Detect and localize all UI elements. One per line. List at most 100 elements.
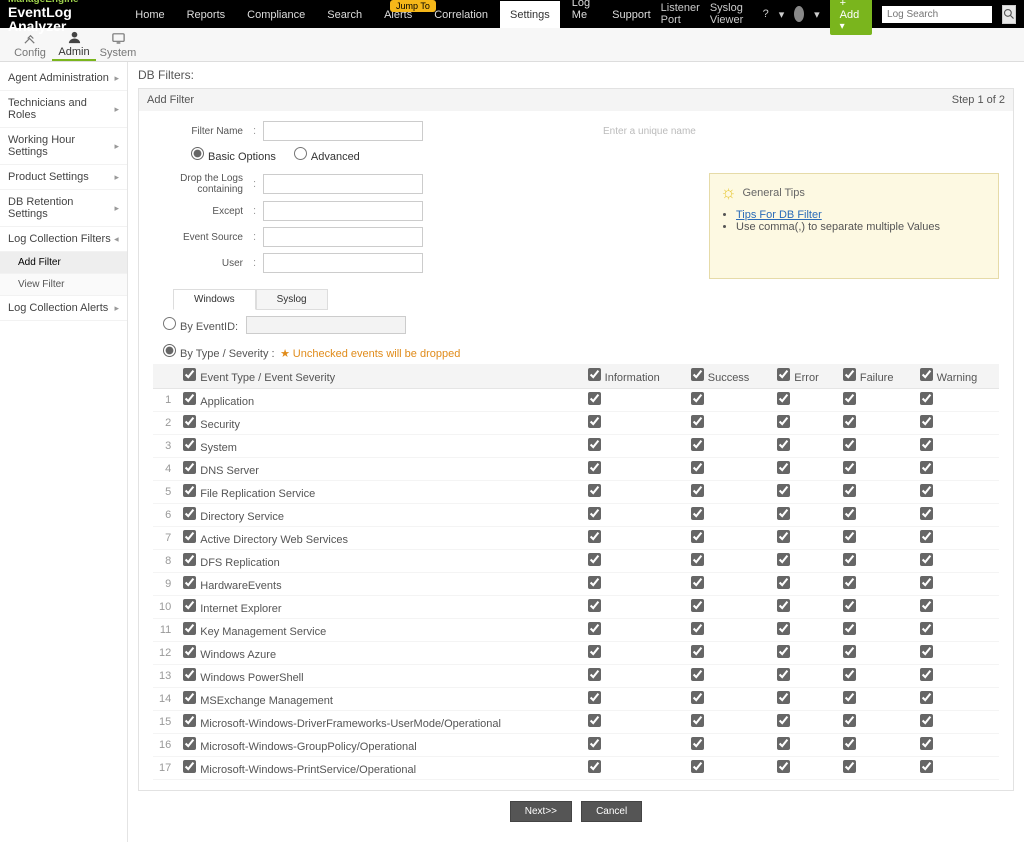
cell-checkbox[interactable]: [588, 599, 601, 612]
cell-checkbox[interactable]: [777, 530, 790, 543]
cell-checkbox[interactable]: [588, 507, 601, 520]
cell-checkbox[interactable]: [691, 622, 704, 635]
row-checkbox[interactable]: [183, 530, 196, 543]
row-checkbox[interactable]: [183, 668, 196, 681]
filter-name-input[interactable]: [263, 121, 423, 141]
cell-checkbox[interactable]: [920, 668, 933, 681]
col-success-checkbox[interactable]: [691, 368, 704, 381]
cell-checkbox[interactable]: [920, 599, 933, 612]
sidebar-item-log-collection-filters[interactable]: Log Collection Filters▾: [0, 227, 127, 252]
cell-checkbox[interactable]: [920, 737, 933, 750]
sidebar-item-agent-administration[interactable]: Agent Administration▸: [0, 66, 127, 91]
cell-checkbox[interactable]: [920, 438, 933, 451]
help-icon[interactable]: ?: [763, 8, 769, 20]
cell-checkbox[interactable]: [691, 668, 704, 681]
cell-checkbox[interactable]: [777, 438, 790, 451]
cell-checkbox[interactable]: [843, 438, 856, 451]
sidebar-subitem-add-filter[interactable]: Add Filter: [0, 252, 127, 274]
cell-checkbox[interactable]: [920, 530, 933, 543]
col-info-checkbox[interactable]: [588, 368, 601, 381]
cell-checkbox[interactable]: [920, 576, 933, 589]
row-checkbox[interactable]: [183, 622, 196, 635]
tab-windows[interactable]: Windows: [173, 289, 256, 310]
user-avatar-icon[interactable]: [794, 6, 804, 22]
log-search-input[interactable]: [882, 6, 992, 23]
row-checkbox[interactable]: [183, 461, 196, 474]
cell-checkbox[interactable]: [843, 461, 856, 474]
cell-checkbox[interactable]: [691, 645, 704, 658]
cell-checkbox[interactable]: [777, 668, 790, 681]
col-error-checkbox[interactable]: [777, 368, 790, 381]
nav-reports[interactable]: Reports: [177, 1, 236, 28]
cell-checkbox[interactable]: [920, 622, 933, 635]
sidebar-subitem-view-filter[interactable]: View Filter: [0, 274, 127, 296]
cell-checkbox[interactable]: [843, 415, 856, 428]
cell-checkbox[interactable]: [588, 530, 601, 543]
subnav-admin[interactable]: Admin: [52, 29, 96, 61]
sidebar-item-working-hour-settings[interactable]: Working Hour Settings▸: [0, 128, 127, 165]
cell-checkbox[interactable]: [588, 691, 601, 704]
except-input[interactable]: [263, 201, 423, 221]
sidebar-item-product-settings[interactable]: Product Settings▸: [0, 165, 127, 190]
cell-checkbox[interactable]: [588, 392, 601, 405]
cell-checkbox[interactable]: [920, 691, 933, 704]
cell-checkbox[interactable]: [588, 737, 601, 750]
cell-checkbox[interactable]: [777, 576, 790, 589]
cell-checkbox[interactable]: [588, 622, 601, 635]
row-checkbox[interactable]: [183, 438, 196, 451]
cell-checkbox[interactable]: [691, 392, 704, 405]
by-type-radio[interactable]: By Type / Severity :: [163, 348, 275, 360]
cell-checkbox[interactable]: [777, 691, 790, 704]
cell-checkbox[interactable]: [777, 760, 790, 773]
cell-checkbox[interactable]: [777, 415, 790, 428]
cell-checkbox[interactable]: [777, 599, 790, 612]
cell-checkbox[interactable]: [843, 737, 856, 750]
advanced-radio[interactable]: Advanced: [294, 147, 360, 163]
by-eventid-radio[interactable]: By EventID:: [163, 317, 238, 333]
row-checkbox[interactable]: [183, 553, 196, 566]
cell-checkbox[interactable]: [777, 645, 790, 658]
cell-checkbox[interactable]: [588, 645, 601, 658]
cell-checkbox[interactable]: [777, 714, 790, 727]
row-checkbox[interactable]: [183, 599, 196, 612]
cell-checkbox[interactable]: [920, 461, 933, 474]
cell-checkbox[interactable]: [777, 622, 790, 635]
cell-checkbox[interactable]: [843, 392, 856, 405]
cell-checkbox[interactable]: [920, 645, 933, 658]
cell-checkbox[interactable]: [843, 484, 856, 497]
cell-checkbox[interactable]: [588, 438, 601, 451]
row-checkbox[interactable]: [183, 691, 196, 704]
cell-checkbox[interactable]: [920, 553, 933, 566]
jump-to-badge[interactable]: Jump To: [390, 0, 436, 12]
search-icon[interactable]: [1002, 5, 1016, 24]
cell-checkbox[interactable]: [691, 461, 704, 474]
cell-checkbox[interactable]: [691, 576, 704, 589]
cell-checkbox[interactable]: [920, 484, 933, 497]
cell-checkbox[interactable]: [588, 553, 601, 566]
cell-checkbox[interactable]: [691, 553, 704, 566]
row-checkbox[interactable]: [183, 714, 196, 727]
tab-syslog[interactable]: Syslog: [256, 289, 328, 310]
cell-checkbox[interactable]: [691, 691, 704, 704]
row-checkbox[interactable]: [183, 576, 196, 589]
cell-checkbox[interactable]: [843, 553, 856, 566]
cell-checkbox[interactable]: [843, 760, 856, 773]
cell-checkbox[interactable]: [843, 622, 856, 635]
add-button[interactable]: + Add ▾: [830, 0, 872, 35]
cell-checkbox[interactable]: [843, 599, 856, 612]
nav-settings[interactable]: Settings: [500, 1, 560, 28]
sidebar-item-log-collection-alerts[interactable]: Log Collection Alerts▸: [0, 296, 127, 321]
cell-checkbox[interactable]: [691, 530, 704, 543]
nav-search[interactable]: Search: [317, 1, 372, 28]
cell-checkbox[interactable]: [920, 760, 933, 773]
cell-checkbox[interactable]: [691, 507, 704, 520]
cell-checkbox[interactable]: [843, 507, 856, 520]
basic-options-radio[interactable]: Basic Options: [191, 147, 276, 163]
cell-checkbox[interactable]: [777, 484, 790, 497]
cell-checkbox[interactable]: [691, 714, 704, 727]
cell-checkbox[interactable]: [843, 691, 856, 704]
cell-checkbox[interactable]: [588, 576, 601, 589]
user-input[interactable]: [263, 253, 423, 273]
cell-checkbox[interactable]: [843, 576, 856, 589]
cell-checkbox[interactable]: [691, 484, 704, 497]
